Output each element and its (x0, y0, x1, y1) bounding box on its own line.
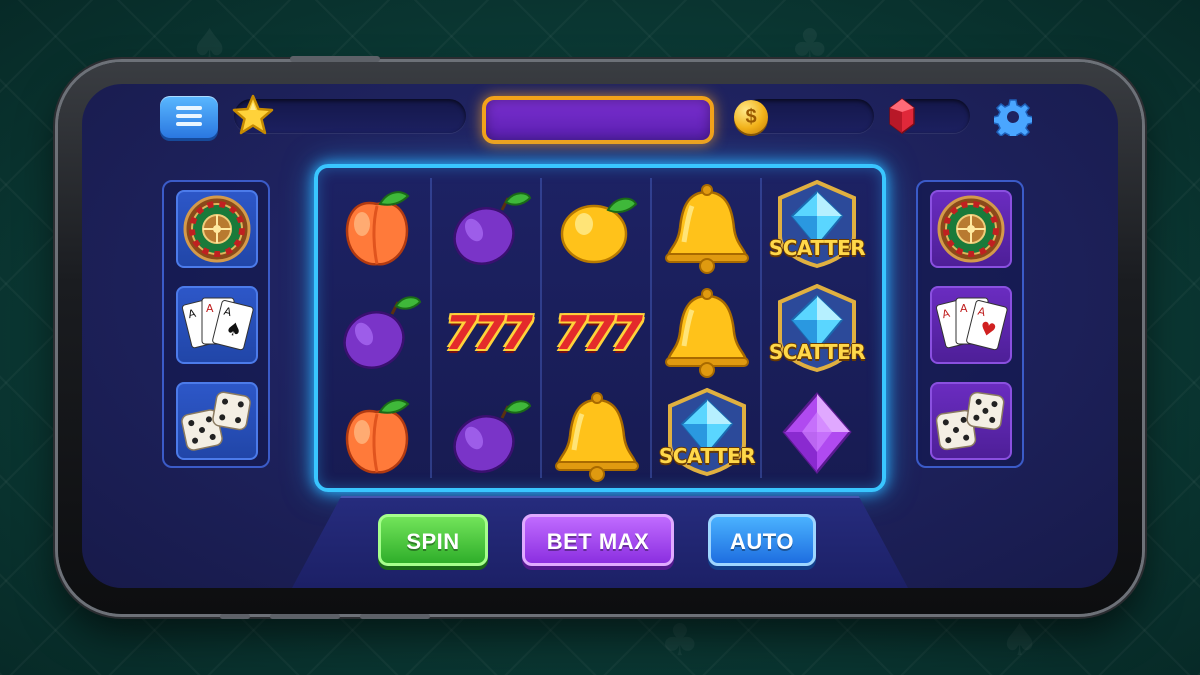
plum-icon (453, 192, 532, 265)
seven-symbol: 777 (432, 280, 542, 384)
roulette-game-tile[interactable] (176, 190, 258, 268)
scatter-symbol: SCATTER (762, 280, 872, 384)
blue-gem-icon (778, 283, 856, 373)
dice-game-tile[interactable] (176, 382, 258, 460)
menu-icon-line (176, 114, 202, 118)
plum-icon (453, 400, 532, 473)
auto-spin-button[interactable]: AUTO (708, 514, 816, 566)
volume-button (290, 56, 380, 62)
plum-symbol (432, 176, 542, 280)
side-button (360, 614, 430, 619)
bell-symbol (652, 280, 762, 384)
left-game-menu: A A A ♠ (162, 180, 270, 468)
right-game-menu: A A A ♥ (916, 180, 1024, 468)
seven-symbol: 777 (542, 280, 652, 384)
playing-cards-icon: A A A♠ (181, 297, 254, 351)
dice-icon (935, 391, 1005, 451)
cards-game-tile[interactable]: A A A ♥ (930, 286, 1012, 364)
scatter-label: SCATTER (768, 236, 866, 260)
title-banner (482, 96, 714, 144)
club-suit-decoration: ♣ (660, 615, 700, 666)
roulette-wheel-icon (183, 195, 251, 263)
lemon-icon (560, 197, 638, 264)
menu-icon (176, 106, 202, 110)
svg-text:A: A (206, 302, 214, 315)
roulette-game-tile[interactable] (930, 190, 1012, 268)
ruby-gem-icon (889, 98, 915, 134)
purple-gem-icon (782, 392, 852, 474)
peach-symbol (322, 384, 432, 488)
spin-button[interactable]: SPIN (378, 514, 488, 566)
cards-game-tile[interactable]: A A A ♠ (176, 286, 258, 364)
seven-symbol-text: 777 (554, 306, 643, 360)
dice-game-tile[interactable] (930, 382, 1012, 460)
plum-symbol (432, 384, 542, 488)
bell-symbol (652, 176, 762, 280)
dice-icon (181, 391, 251, 451)
seven-symbol-text: 777 (444, 306, 533, 360)
game-screen: $ A A A ♠ A A A ♥ 777 777 SCATTER SCATTE… (82, 84, 1118, 588)
coin-icon: $ (734, 100, 768, 134)
scatter-symbol: SCATTER (652, 384, 762, 488)
scatter-label: SCATTER (768, 340, 866, 364)
blue-gem-icon (668, 387, 746, 477)
playing-cards-icon: A A A♥ (935, 297, 1008, 351)
svg-text:A: A (960, 302, 968, 315)
blue-gem-icon (778, 179, 856, 269)
slot-reels: 777 777 SCATTER SCATTER SCATTER (314, 164, 886, 492)
peach-symbol (322, 176, 432, 280)
bell-symbol (542, 384, 652, 488)
spade-suit-decoration: ♠ (1000, 615, 1040, 666)
plum-icon (343, 296, 422, 369)
roulette-wheel-icon (937, 195, 1005, 263)
gear-icon[interactable] (994, 98, 1032, 136)
star-icon (232, 94, 274, 135)
peach-icon (345, 191, 410, 266)
purple-gem-symbol (762, 384, 872, 488)
bell-icon (665, 288, 749, 378)
menu-icon-line (176, 122, 202, 126)
lemon-symbol (542, 176, 652, 280)
bell-icon (555, 392, 639, 482)
scatter-label: SCATTER (658, 444, 756, 468)
peach-icon (345, 399, 410, 474)
top-bar: $ (82, 84, 1118, 156)
bell-icon (665, 184, 749, 274)
plum-symbol (322, 280, 432, 384)
side-button (270, 614, 340, 619)
side-button (220, 614, 250, 619)
scatter-symbol: SCATTER (762, 176, 872, 280)
menu-button[interactable] (160, 96, 218, 138)
bet-max-button[interactable]: BET MAX (522, 514, 674, 566)
